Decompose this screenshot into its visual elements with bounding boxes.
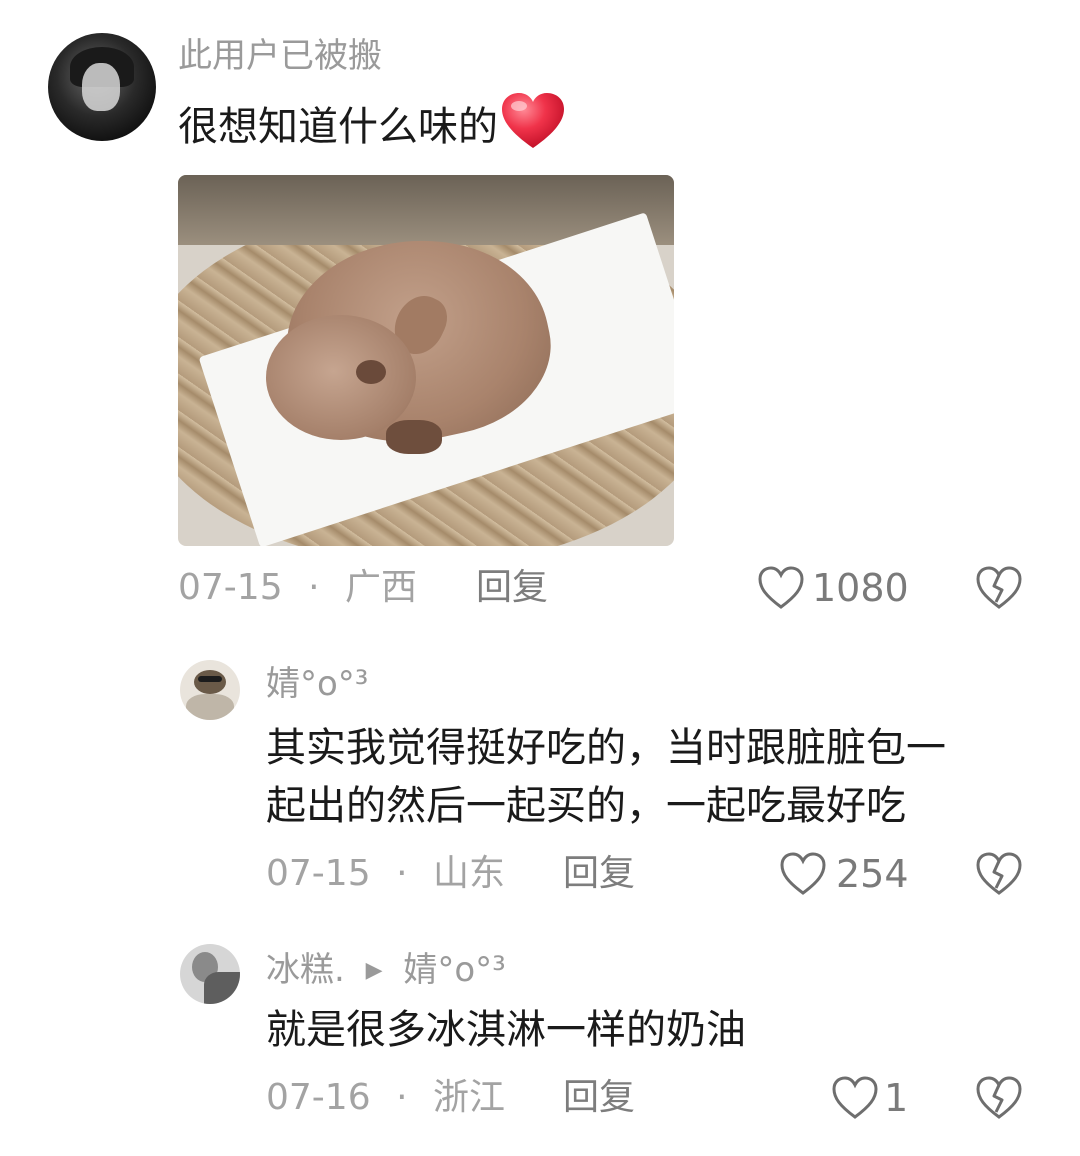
broken-heart-icon[interactable] [976,566,1022,610]
comment-text-content: 很想知道什么味的 [178,104,498,150]
reply-meta: 07-16 · 浙江 [266,1078,505,1118]
heart-outline-icon[interactable] [758,566,804,610]
reply-meta: 07-15 · 山东 [266,854,505,894]
reply-text: 就是很多冰淇淋一样的奶油 [266,1007,746,1053]
reply-date: 07-15 [266,853,371,894]
avatar-head [194,670,226,694]
broken-heart-icon[interactable] [976,1076,1022,1120]
comment-image[interactable] [178,175,674,546]
dog-cake-eye [356,360,386,384]
meta-separator: · [396,853,408,894]
meta-separator: · [308,567,320,608]
heart-emoji-icon [500,92,566,169]
reply-button[interactable]: 回复 [563,1078,635,1118]
reply-to-arrow-icon: ▶ [365,958,383,983]
comment-username[interactable]: 此用户已被搬 [178,36,382,76]
reply-location: 山东 [432,853,505,894]
comment-text: 很想知道什么味的 [178,92,566,169]
heart-outline-icon[interactable] [832,1076,878,1120]
like-count: 1080 [812,566,909,610]
avatar-face [82,63,120,111]
reply-text-line-1: 其实我觉得挺好吃的，当时跟脏脏包一 [266,725,946,771]
reply-username[interactable]: 冰糕. [266,950,345,990]
reply-to-username[interactable]: 婧°o°³ [403,950,505,990]
avatar-shape [204,972,240,1004]
heart-outline-icon[interactable] [780,852,826,896]
reply-button[interactable]: 回复 [476,568,548,608]
reply-header: 冰糕. ▶ 婧°o°³ [266,950,506,995]
avatar-body [186,694,234,720]
comment-date: 07-15 [178,567,283,608]
like-count: 1 [884,1076,909,1120]
meta-separator: · [396,1077,408,1118]
avatar-eyes [198,676,222,682]
avatar[interactable] [180,944,240,1004]
comment-meta: 07-15 · 广西 [178,568,417,608]
dog-cake-paw [386,420,442,454]
broken-heart-icon[interactable] [976,852,1022,896]
like-count: 254 [836,852,909,896]
reply-button[interactable]: 回复 [563,854,635,894]
avatar[interactable] [180,660,240,720]
reply-location: 浙江 [432,1077,505,1118]
comment-location: 广西 [344,567,417,608]
avatar[interactable] [48,33,156,141]
reply-username[interactable]: 婧°o°³ [266,664,368,704]
reply-text-line-2: 起出的然后一起买的，一起吃最好吃 [266,783,906,829]
reply-date: 07-16 [266,1077,371,1118]
dog-cake-head [266,315,416,440]
